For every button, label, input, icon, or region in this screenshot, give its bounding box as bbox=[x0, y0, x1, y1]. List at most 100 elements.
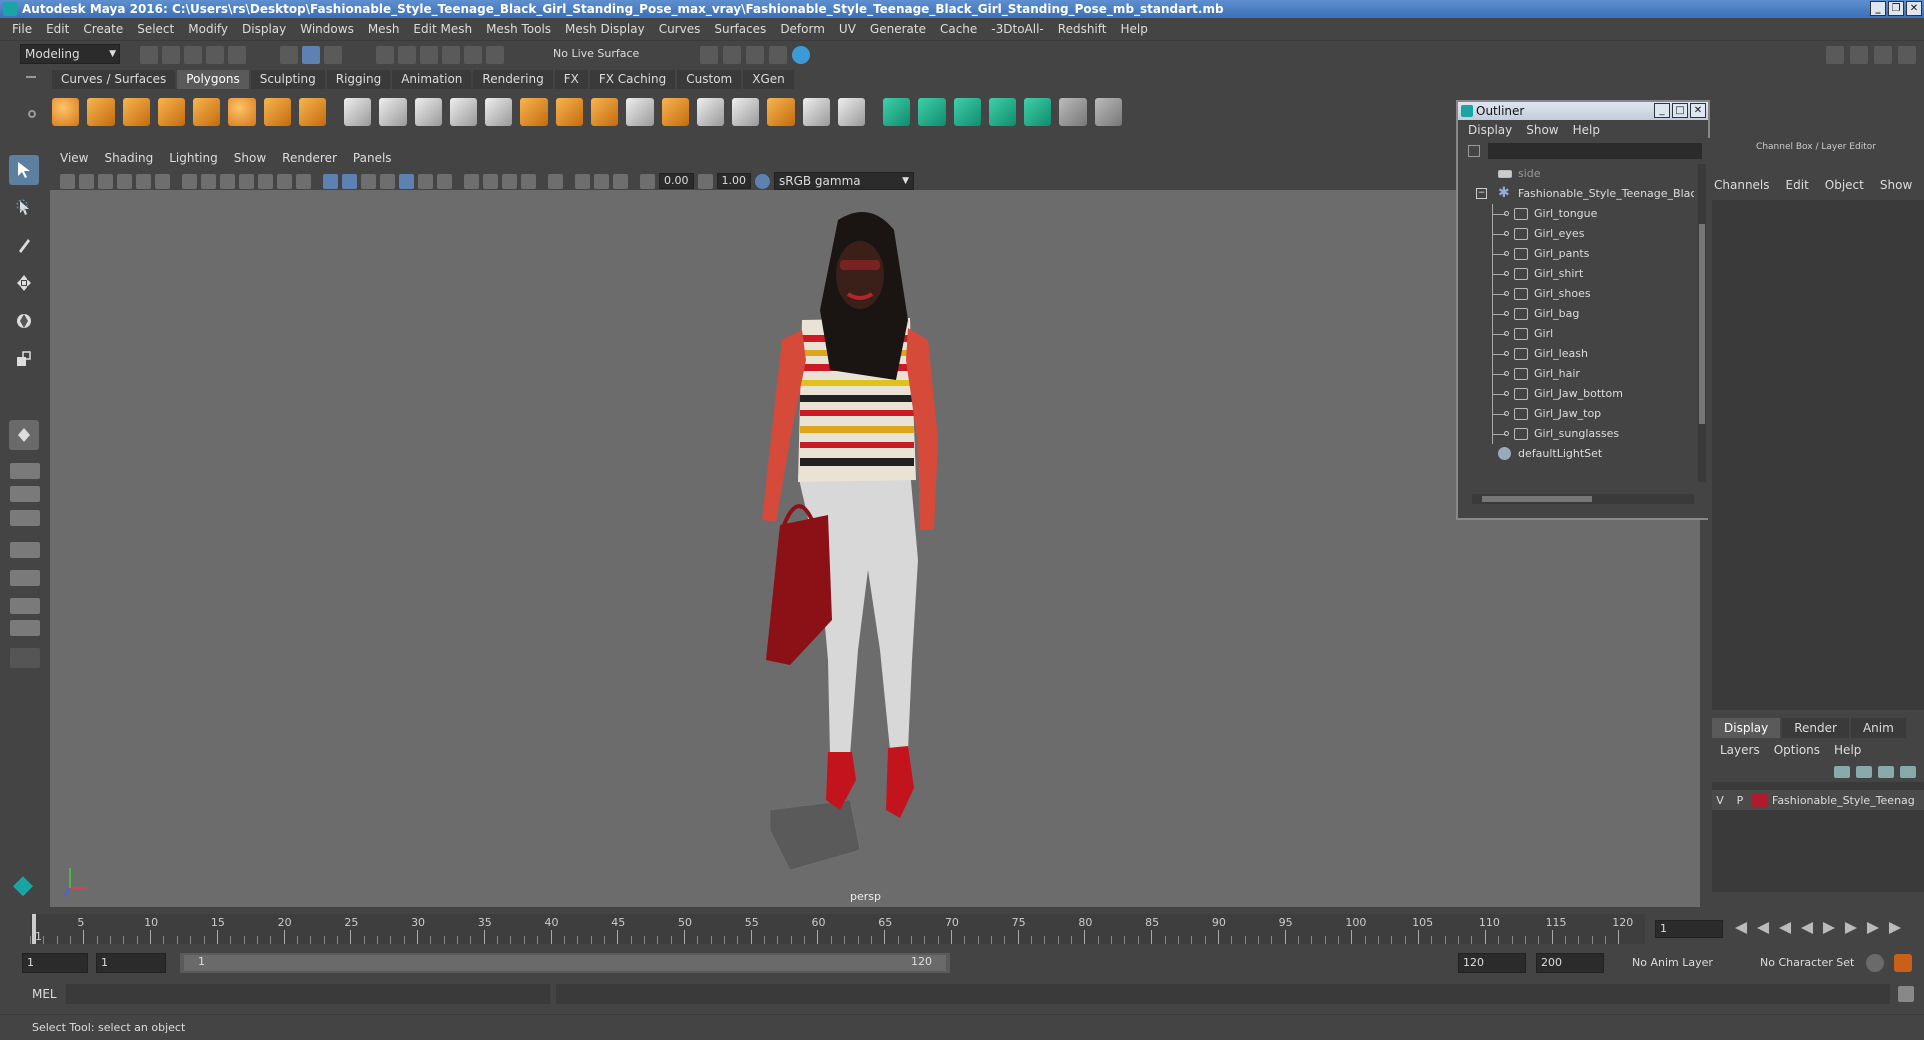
snap-view-plane-icon[interactable] bbox=[442, 46, 460, 64]
soft-mod-tool-icon[interactable] bbox=[9, 420, 39, 450]
poly-cone-icon[interactable] bbox=[157, 98, 186, 126]
layer-menu-options[interactable]: Options bbox=[1774, 743, 1820, 757]
outliner-close-button[interactable]: ✕ bbox=[1690, 103, 1706, 118]
menu-surfaces[interactable]: Surfaces bbox=[714, 22, 766, 36]
play-forwards-icon[interactable] bbox=[1823, 922, 1835, 934]
scrollbar-thumb[interactable] bbox=[1482, 496, 1592, 502]
playback-start-field[interactable]: 1 bbox=[96, 953, 166, 973]
insert-edge-loop-icon[interactable] bbox=[661, 98, 689, 126]
poly-cylinder-icon[interactable] bbox=[122, 98, 150, 126]
toggle-tool-settings-icon[interactable] bbox=[1850, 46, 1868, 64]
menu-file[interactable]: File bbox=[12, 22, 32, 36]
minimize-button[interactable]: _ bbox=[1870, 1, 1886, 16]
shelf-tab-animation[interactable]: Animation bbox=[392, 70, 472, 89]
scale-tool-icon[interactable] bbox=[9, 344, 39, 374]
visibility-dot-icon[interactable] bbox=[1504, 251, 1509, 256]
outliner-vertical-scrollbar[interactable] bbox=[1698, 164, 1706, 482]
shelf-tab-fx[interactable]: FX bbox=[554, 70, 588, 89]
layer-tab-display[interactable]: Display bbox=[1712, 718, 1781, 738]
collapse-toggle-icon[interactable]: − bbox=[1476, 188, 1487, 199]
hypershade-icon[interactable] bbox=[792, 46, 810, 64]
step-back-key-icon[interactable] bbox=[1757, 922, 1769, 934]
xray-active-icon[interactable] bbox=[594, 173, 609, 189]
visibility-dot-icon[interactable] bbox=[1504, 311, 1509, 316]
menu-curves[interactable]: Curves bbox=[659, 22, 701, 36]
menu-redshift[interactable]: Redshift bbox=[1058, 22, 1107, 36]
separate-icon[interactable] bbox=[379, 98, 407, 126]
menu-display[interactable]: Display bbox=[242, 22, 286, 36]
menu-modify[interactable]: Modify bbox=[188, 22, 228, 36]
outliner-item[interactable]: − ✱ Fashionable_Style_Teenage_Black bbox=[1458, 184, 1694, 204]
undo-icon[interactable] bbox=[206, 46, 224, 64]
bridge-icon[interactable] bbox=[590, 98, 619, 126]
film-gate-icon[interactable] bbox=[201, 173, 216, 189]
shadows-icon[interactable] bbox=[437, 173, 452, 189]
depth-of-field-icon[interactable] bbox=[521, 173, 536, 189]
wireframe-on-shaded-icon[interactable] bbox=[380, 173, 395, 189]
current-frame-field[interactable]: 1 bbox=[1655, 920, 1723, 938]
snap-live-icon[interactable] bbox=[464, 46, 482, 64]
layout-side-by-side-icon[interactable] bbox=[10, 510, 40, 526]
target-weld-icon[interactable] bbox=[732, 98, 760, 126]
shelf-gear-icon[interactable] bbox=[28, 110, 36, 118]
layout-single-pane-icon[interactable] bbox=[10, 463, 40, 479]
channel-box-menu-channels[interactable]: Channels bbox=[1714, 178, 1770, 192]
snap-grid-icon[interactable] bbox=[376, 46, 394, 64]
menu-select[interactable]: Select bbox=[137, 22, 174, 36]
close-button[interactable]: ✕ bbox=[1906, 1, 1922, 16]
outliner-item[interactable]: Girl_Jaw_top bbox=[1458, 404, 1694, 424]
motion-blur-icon[interactable] bbox=[483, 173, 498, 189]
open-scene-icon[interactable] bbox=[162, 46, 180, 64]
select-object-icon[interactable] bbox=[302, 46, 320, 64]
isolate-select-icon[interactable] bbox=[548, 173, 563, 189]
scrollbar-thumb[interactable] bbox=[1699, 224, 1705, 424]
save-scene-icon[interactable] bbox=[184, 46, 202, 64]
ipr-render-icon[interactable] bbox=[746, 46, 764, 64]
screen-space-ao-icon[interactable] bbox=[464, 173, 479, 189]
fill-hole-icon[interactable] bbox=[802, 98, 830, 126]
select-hierarchy-icon[interactable] bbox=[280, 46, 298, 64]
outliner-item[interactable]: Girl_pants bbox=[1458, 244, 1694, 264]
time-slider-track[interactable]: 1 5 10 15 20 25 30 35 40 45 50 55 60 65 70 75 80 85 90 95 1… bbox=[30, 914, 1645, 944]
menu-set-dropdown[interactable]: Modeling ▼ bbox=[20, 44, 120, 64]
outliner-item[interactable]: side bbox=[1458, 164, 1694, 184]
outliner-item[interactable]: Girl_tongue bbox=[1458, 204, 1694, 224]
script-editor-icon[interactable] bbox=[1898, 986, 1914, 1002]
outliner-item[interactable]: Girl_eyes bbox=[1458, 224, 1694, 244]
lasso-tool-icon[interactable] bbox=[9, 193, 39, 223]
move-layer-up-icon[interactable] bbox=[1834, 766, 1850, 778]
channel-box-menu-show[interactable]: Show bbox=[1880, 178, 1912, 192]
layout-more-icon[interactable] bbox=[10, 648, 40, 668]
step-forward-key-icon[interactable] bbox=[1867, 922, 1879, 934]
shelf-tab-sculpting[interactable]: Sculpting bbox=[250, 70, 325, 89]
outliner-item[interactable]: Girl_Jaw_bottom bbox=[1458, 384, 1694, 404]
play-backwards-icon[interactable] bbox=[1801, 922, 1813, 934]
layer-visibility-toggle[interactable]: V bbox=[1712, 794, 1728, 807]
toggle-attribute-editor-icon[interactable] bbox=[1826, 46, 1844, 64]
toggle-channel-box-icon[interactable] bbox=[1874, 46, 1892, 64]
snap-point-icon[interactable] bbox=[420, 46, 438, 64]
xray-icon[interactable] bbox=[575, 173, 590, 189]
range-slider-handle[interactable] bbox=[184, 955, 946, 971]
combine-icon[interactable] bbox=[344, 98, 372, 126]
shelf-tab-fx-caching[interactable]: FX Caching bbox=[589, 70, 676, 89]
viewport-menu-lighting[interactable]: Lighting bbox=[169, 151, 218, 165]
mirror-icon[interactable] bbox=[767, 98, 795, 126]
cylindrical-uv-icon[interactable] bbox=[918, 98, 946, 126]
resolution-gate-icon[interactable] bbox=[220, 173, 235, 189]
poly-plane-icon[interactable] bbox=[193, 98, 221, 126]
safe-title-icon[interactable] bbox=[296, 173, 311, 189]
layer-tab-anim[interactable]: Anim bbox=[1850, 718, 1906, 738]
render-view-icon[interactable] bbox=[769, 46, 787, 64]
menu-cache[interactable]: Cache bbox=[940, 22, 977, 36]
select-camera-icon[interactable] bbox=[60, 173, 75, 189]
multisample-aa-icon[interactable] bbox=[502, 173, 517, 189]
shelf-tab-xgen[interactable]: XGen bbox=[743, 70, 794, 89]
gamma-field[interactable]: 1.00 bbox=[716, 173, 751, 189]
delete-edge-icon[interactable] bbox=[837, 98, 866, 126]
outliner-item[interactable]: Girl_shirt bbox=[1458, 264, 1694, 284]
visibility-dot-icon[interactable] bbox=[1504, 291, 1509, 296]
channel-box-menu-object[interactable]: Object bbox=[1825, 178, 1864, 192]
outliner-item[interactable]: Girl_shoes bbox=[1458, 284, 1694, 304]
layout-persp-graph-icon[interactable] bbox=[10, 570, 40, 586]
